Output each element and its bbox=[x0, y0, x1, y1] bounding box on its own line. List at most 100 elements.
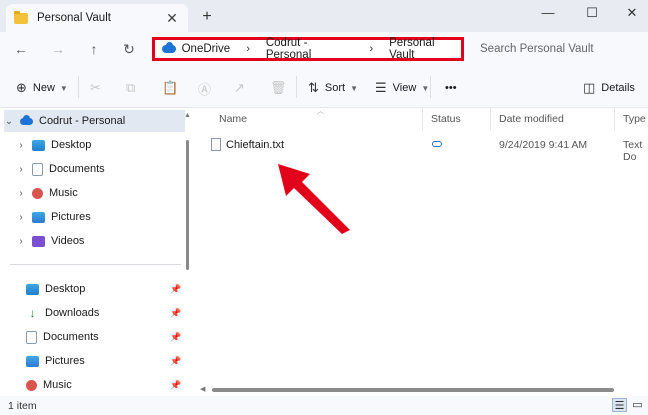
quick-access-documents[interactable]: Documents bbox=[20, 326, 99, 348]
file-list: ︿ Name Status Date modified Type Chiefta… bbox=[195, 108, 648, 396]
copy-button[interactable]: ⧉ bbox=[126, 79, 141, 97]
maximize-button[interactable]: ☐ bbox=[572, 0, 612, 28]
nav-vertical-scrollbar[interactable] bbox=[186, 140, 189, 270]
details-pane-icon: ◫ bbox=[583, 80, 596, 95]
more-options-button[interactable]: ••• bbox=[445, 79, 457, 97]
view-button[interactable]: ☰ View ▼ bbox=[375, 79, 429, 97]
column-header-status[interactable]: Status bbox=[423, 108, 491, 130]
content-horizontal-scrollbar[interactable] bbox=[212, 388, 614, 392]
breadcrumb-personal-vault[interactable]: Personal Vault bbox=[389, 37, 461, 61]
quick-access-label: Downloads bbox=[45, 307, 100, 319]
chevron-right-icon[interactable]: › bbox=[16, 164, 26, 175]
close-window-button[interactable]: ✕ bbox=[612, 0, 648, 28]
chevron-down-icon: ▼ bbox=[421, 83, 430, 93]
tab-close-icon[interactable]: ✕ bbox=[164, 10, 180, 27]
breadcrumb-separator[interactable]: › bbox=[369, 43, 373, 55]
chevron-down-icon: ▼ bbox=[350, 83, 359, 93]
item-count: 1 item bbox=[8, 400, 37, 412]
quick-access-desktop[interactable]: Desktop bbox=[20, 278, 85, 300]
pin-icon[interactable]: 📌 bbox=[170, 332, 181, 343]
address-bar[interactable]: OneDrive › Codrut - Personal › Personal … bbox=[152, 37, 464, 61]
search-input[interactable]: Search Personal Vault bbox=[472, 38, 644, 60]
status-bar: 1 item ☰ ▭ bbox=[0, 396, 648, 415]
file-date-modified: 9/24/2019 9:41 AM bbox=[499, 139, 588, 151]
quick-access-music[interactable]: Music bbox=[20, 374, 72, 396]
nav-divider bbox=[10, 264, 181, 265]
nav-item-codrut-personal[interactable]: ⌄ Codrut - Personal bbox=[4, 110, 185, 132]
file-type: Text Do bbox=[623, 139, 643, 163]
share-button[interactable]: ↗ bbox=[234, 79, 251, 97]
table-row[interactable]: Chieftain.txt 9/24/2019 9:41 AM Text Do bbox=[205, 135, 648, 163]
desktop-icon bbox=[32, 139, 45, 151]
view-label: View bbox=[392, 82, 417, 94]
folder-icon bbox=[14, 10, 28, 24]
plus-icon: ⊕ bbox=[16, 80, 27, 95]
rename-icon: Ⓐ bbox=[198, 81, 212, 97]
nav-item-label: Pictures bbox=[51, 211, 91, 223]
sort-icon: ⇅ bbox=[308, 80, 319, 95]
chevron-right-icon[interactable]: › bbox=[16, 236, 26, 247]
column-header-date-modified[interactable]: Date modified bbox=[491, 108, 615, 130]
scroll-up-arrow[interactable]: ▲ bbox=[184, 112, 191, 119]
trash-icon: 🗑 bbox=[270, 80, 287, 95]
view-icon: ☰ bbox=[375, 80, 387, 95]
title-bar: Personal Vault ✕ + — ☐ ✕ bbox=[0, 0, 648, 32]
pin-icon[interactable]: 📌 bbox=[170, 308, 181, 319]
breadcrumb-onedrive[interactable]: OneDrive bbox=[182, 43, 231, 55]
quick-access-pictures[interactable]: Pictures bbox=[20, 350, 85, 372]
column-header-type[interactable]: Type bbox=[615, 108, 648, 130]
scroll-left-arrow[interactable]: ◀ bbox=[200, 385, 205, 393]
tab-personal-vault[interactable]: Personal Vault ✕ bbox=[6, 4, 188, 32]
nav-item-pictures[interactable]: › Pictures bbox=[16, 206, 91, 228]
new-tab-button[interactable]: + bbox=[198, 7, 216, 27]
nav-item-videos[interactable]: › Videos bbox=[16, 230, 84, 252]
cloud-status-icon bbox=[432, 141, 442, 147]
details-button[interactable]: ◫ Details bbox=[583, 79, 635, 97]
chevron-right-icon[interactable]: › bbox=[16, 188, 26, 199]
cut-button[interactable]: ✂ bbox=[90, 79, 107, 97]
toolbar-divider bbox=[430, 76, 431, 98]
desktop-icon bbox=[26, 283, 39, 295]
quick-access-label: Pictures bbox=[45, 355, 85, 367]
chevron-right-icon[interactable]: › bbox=[16, 140, 26, 151]
refresh-button[interactable]: ↻ bbox=[118, 39, 140, 59]
pin-icon[interactable]: 📌 bbox=[170, 284, 181, 295]
forward-button[interactable]: → bbox=[47, 39, 69, 59]
up-button[interactable]: ↑ bbox=[83, 39, 105, 59]
nav-item-documents[interactable]: › Documents bbox=[16, 158, 105, 180]
videos-icon bbox=[32, 235, 45, 247]
text-file-icon bbox=[211, 138, 221, 151]
rename-button[interactable]: Ⓐ bbox=[198, 79, 217, 97]
nav-item-music[interactable]: › Music bbox=[16, 182, 78, 204]
sort-button[interactable]: ⇅ Sort ▼ bbox=[308, 79, 358, 97]
breadcrumb-separator[interactable]: › bbox=[246, 43, 250, 55]
tiles-view-button[interactable]: ▭ bbox=[630, 398, 645, 412]
toolbar-divider bbox=[296, 76, 297, 98]
pin-icon[interactable]: 📌 bbox=[170, 380, 181, 391]
chevron-down-icon[interactable]: ⌄ bbox=[4, 116, 14, 127]
navigation-pane: ⌄ Codrut - Personal › Desktop › Document… bbox=[0, 108, 193, 396]
breadcrumb-codrut-personal[interactable]: Codrut - Personal bbox=[266, 37, 354, 61]
column-header-name[interactable]: Name bbox=[211, 108, 423, 130]
details-view-button[interactable]: ☰ bbox=[612, 398, 627, 412]
chevron-down-icon: ▼ bbox=[59, 83, 68, 93]
delete-button[interactable]: 🗑 bbox=[270, 79, 293, 97]
quick-access-label: Desktop bbox=[45, 283, 86, 295]
quick-access-label: Music bbox=[43, 379, 72, 391]
pin-icon[interactable]: 📌 bbox=[170, 356, 181, 367]
toolbar-divider bbox=[78, 76, 79, 98]
chevron-right-icon[interactable]: › bbox=[16, 212, 26, 223]
quick-access-downloads[interactable]: ↓ Downloads bbox=[20, 302, 100, 324]
new-button[interactable]: ⊕ New ▼ bbox=[16, 79, 68, 97]
annotation-arrow bbox=[278, 164, 350, 234]
paste-button[interactable]: 📋 bbox=[162, 79, 184, 97]
nav-item-desktop[interactable]: › Desktop bbox=[16, 134, 91, 156]
minimize-button[interactable]: — bbox=[528, 0, 568, 28]
music-icon bbox=[26, 379, 37, 391]
nav-item-label: Music bbox=[49, 187, 78, 199]
share-icon: ↗ bbox=[234, 80, 245, 95]
back-button[interactable]: ← bbox=[10, 39, 32, 59]
file-name[interactable]: Chieftain.txt bbox=[226, 139, 284, 151]
pictures-icon bbox=[26, 355, 39, 367]
nav-item-label: Documents bbox=[49, 163, 105, 175]
